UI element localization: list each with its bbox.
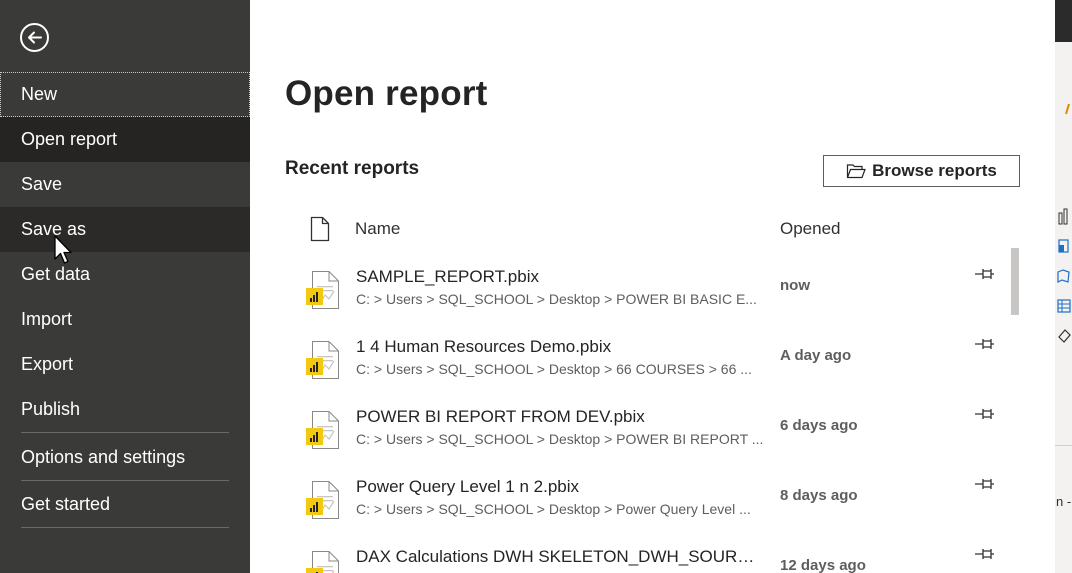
- recent-reports-scrollbar[interactable]: [1011, 248, 1019, 315]
- partial-label: n -: [1056, 494, 1072, 509]
- pin-icon[interactable]: [972, 404, 998, 424]
- report-name: 1 4 Human Resources Demo.pbix: [356, 337, 612, 356]
- report-name: POWER BI REPORT FROM DEV.pbix: [356, 407, 645, 426]
- report-opened-time: now: [780, 277, 810, 294]
- report-path: C: > Users > SQL_SCHOOL > Desktop > POWE…: [356, 291, 757, 307]
- nav-item-save[interactable]: Save: [0, 162, 250, 207]
- report-path: C: > Users > SQL_SCHOOL > Desktop > Powe…: [356, 501, 751, 517]
- divider: [1055, 445, 1072, 446]
- nav-item-get-started[interactable]: Get started: [0, 482, 250, 527]
- pin-icon[interactable]: [972, 474, 998, 494]
- list-item[interactable]: POWER BI REPORT FROM DEV.pbix C: > Users…: [250, 390, 1020, 460]
- nav-divider: [21, 432, 229, 433]
- list-item[interactable]: Power Query Level 1 n 2.pbix C: > Users …: [250, 460, 1020, 530]
- report-path: C: > Users > SQL_SCHOOL > Desktop > 66 C…: [356, 361, 752, 377]
- nav-item-import[interactable]: Import: [0, 297, 250, 342]
- open-report-panel: Open report Recent reports Browse report…: [250, 0, 1055, 573]
- pbix-file-icon: [306, 551, 339, 573]
- folder-open-icon: [847, 164, 866, 179]
- browse-reports-label: Browse reports: [872, 161, 997, 180]
- report-path: C: > Users > SQL_SCHOOL > Desktop > POWE…: [356, 431, 764, 447]
- nav-divider: [21, 527, 229, 528]
- report-opened-time: 12 days ago: [780, 557, 866, 573]
- report-opened-time: A day ago: [780, 347, 852, 364]
- pin-icon[interactable]: [972, 334, 998, 354]
- app-title-bar: [1055, 0, 1072, 42]
- nav-item-options-and-settings[interactable]: Options and settings: [0, 435, 250, 480]
- column-chart-icon[interactable]: [1056, 207, 1071, 225]
- report-name: DAX Calculations DWH SKELETON_DWH_SOURCE…: [356, 547, 761, 566]
- browse-reports-button[interactable]: Browse reports: [823, 155, 1020, 187]
- column-header-name[interactable]: Name: [355, 214, 400, 244]
- pin-icon[interactable]: [972, 264, 998, 284]
- list-item[interactable]: 1 4 Human Resources Demo.pbix C: > Users…: [250, 320, 1020, 390]
- eraser-icon[interactable]: [1056, 327, 1071, 345]
- backstage-sidebar: New Open report Save Save as Get data Im…: [0, 0, 250, 573]
- bar-chart-icon[interactable]: [1056, 237, 1071, 255]
- list-item[interactable]: SAMPLE_REPORT.pbix C: > Users > SQL_SCHO…: [250, 250, 1020, 320]
- ribbon-accent-icon: [1065, 103, 1070, 115]
- report-name: SAMPLE_REPORT.pbix: [356, 267, 539, 286]
- map-icon[interactable]: [1056, 267, 1071, 285]
- nav-item-get-data[interactable]: Get data: [0, 252, 250, 297]
- report-opened-time: 6 days ago: [780, 417, 858, 434]
- nav-item-export[interactable]: Export: [0, 342, 250, 387]
- recent-reports-heading: Recent reports: [285, 158, 420, 179]
- nav-item-publish[interactable]: Publish: [0, 387, 250, 432]
- background-app-edge: n -: [1055, 0, 1072, 573]
- nav-divider: [21, 480, 229, 481]
- column-header-opened[interactable]: Opened: [780, 214, 841, 244]
- pbix-file-icon: [306, 341, 339, 379]
- report-opened-time: 8 days ago: [780, 487, 858, 504]
- nav-item-save-as[interactable]: Save as: [0, 207, 250, 252]
- pbix-file-icon: [306, 411, 339, 449]
- pbix-file-icon: [306, 271, 339, 309]
- pin-icon[interactable]: [972, 544, 998, 564]
- pbix-file-icon: [306, 481, 339, 519]
- back-arrow-icon[interactable]: [19, 22, 50, 53]
- nav-item-open-report[interactable]: Open report: [0, 117, 250, 162]
- nav-item-new[interactable]: New: [0, 72, 250, 117]
- report-name: Power Query Level 1 n 2.pbix: [356, 477, 580, 496]
- page-title: Open report: [285, 74, 488, 113]
- list-item[interactable]: DAX Calculations DWH SKELETON_DWH_SOURCE…: [250, 530, 1020, 573]
- table-icon[interactable]: [1056, 297, 1071, 315]
- document-icon: [310, 216, 330, 242]
